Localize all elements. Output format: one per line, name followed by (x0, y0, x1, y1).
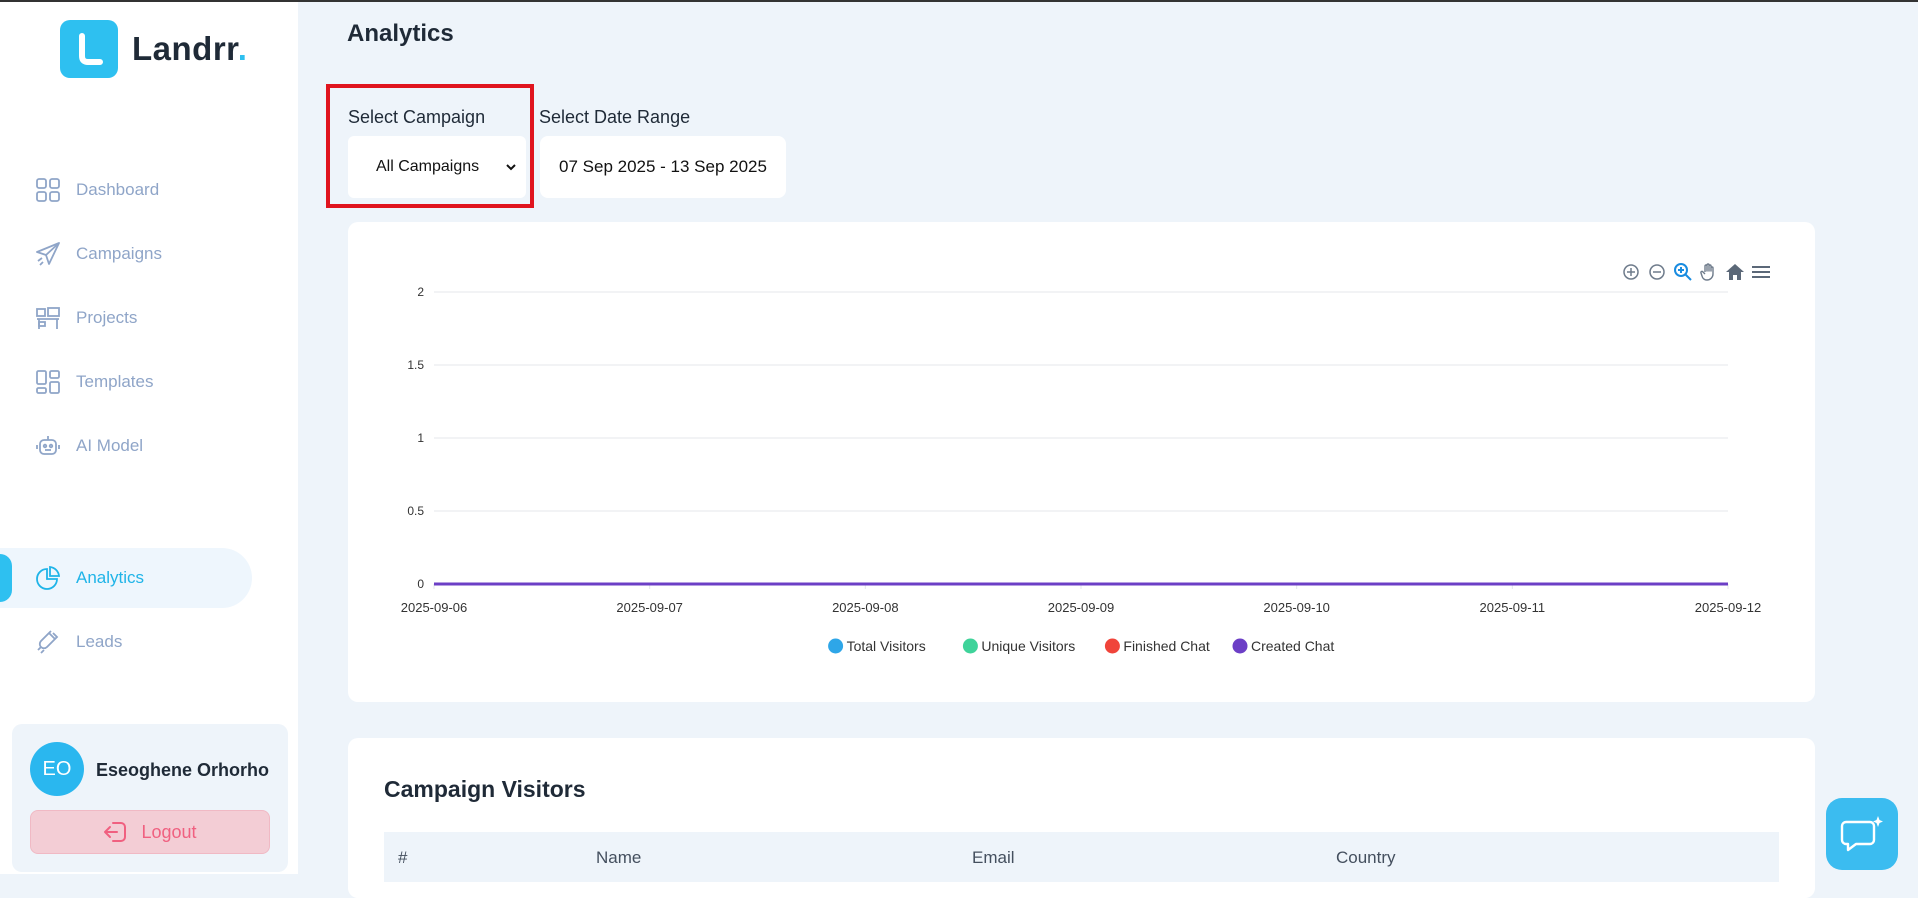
date-range-value: 07 Sep 2025 - 13 Sep 2025 (559, 157, 767, 176)
legend-label: Created Chat (1251, 638, 1334, 654)
logout-button[interactable]: Logout (30, 810, 270, 854)
campaign-select-value: All Campaigns (376, 158, 480, 175)
x-tick-label: 2025-09-08 (832, 600, 899, 615)
y-tick-label: 0 (417, 577, 424, 591)
chat-bubble-icon (1840, 816, 1883, 852)
layout-icon (34, 368, 62, 396)
brand-dot: . (237, 30, 248, 67)
sidebar-item-label: Campaigns (76, 244, 162, 263)
sidebar-item-label: Analytics (76, 568, 145, 587)
user-name: Eseoghene Orhorho (96, 760, 270, 780)
sidebar-item-templates[interactable]: Templates (0, 352, 252, 412)
x-tick-label: 2025-09-10 (1263, 600, 1330, 615)
x-tick-label: 2025-09-06 (401, 600, 468, 615)
sidebar-item-analytics[interactable]: Analytics (0, 548, 252, 608)
grid-icon (34, 176, 62, 204)
robot-icon (34, 432, 62, 460)
chevron-down-icon (506, 164, 516, 171)
y-tick-label: 2 (417, 285, 424, 299)
y-tick-label: 1.5 (407, 358, 424, 372)
campaign-label: Select Campaign (348, 107, 486, 127)
sidebar-item-label: Leads (76, 632, 123, 651)
sidebar-item-label: Projects (76, 308, 138, 327)
column-header-country[interactable]: Country (1336, 848, 1396, 868)
y-tick-label: 1 (417, 431, 424, 445)
page-title: Analytics (347, 20, 454, 47)
x-tick-label: 2025-09-12 (1695, 600, 1762, 615)
analytics-chart-card: 2 1.5 1 0.5 0 2025-09-06 2025-09-07 2025-09-08 2… (348, 222, 1815, 702)
brand-name: Landrr (132, 30, 238, 67)
sidebar: Landrr. Dashboard Campaigns Projects Tem… (0, 2, 298, 874)
avatar[interactable]: EO (30, 742, 84, 796)
line-chart: 2 1.5 1 0.5 0 2025-09-06 2025-09-07 2025-09-08 2… (401, 285, 1762, 654)
y-tick-label: 0.5 (407, 504, 424, 518)
user-card: EO Eseoghene Orhorho Logout (12, 724, 288, 872)
desk-icon (34, 304, 62, 332)
sidebar-item-dashboard[interactable]: Dashboard (0, 160, 252, 220)
legend-label: Finished Chat (1123, 638, 1209, 654)
sidebar-item-campaigns[interactable]: Campaigns (0, 224, 252, 284)
sidebar-item-label: AI Model (76, 436, 144, 455)
x-tick-label: 2025-09-11 (1480, 600, 1546, 615)
legend-marker (828, 638, 844, 654)
legend-label: Unique Visitors (981, 638, 1075, 654)
sidebar-item-leads[interactable]: Leads (0, 612, 252, 672)
x-tick-label: 2025-09-09 (1048, 600, 1115, 615)
campaign-visitors-card: Campaign Visitors # Name Email Country (348, 738, 1815, 898)
sidebar-item-label: Templates (76, 372, 154, 391)
logout-icon (104, 822, 127, 842)
magnet-icon (34, 628, 62, 656)
column-header-name[interactable]: Name (596, 848, 641, 868)
column-header-email[interactable]: Email (972, 848, 1015, 868)
paper-plane-icon (34, 240, 62, 268)
sidebar-item-ai-model[interactable]: AI Model (0, 416, 252, 476)
legend-label: Total Visitors (847, 638, 926, 654)
brand-logo[interactable]: Landrr. (60, 20, 247, 78)
legend-marker (962, 638, 978, 654)
x-tick-label: 2025-09-07 (616, 600, 683, 615)
campaign-select[interactable]: All Campaigns (348, 136, 526, 198)
legend-marker (1232, 638, 1248, 654)
column-header-number[interactable]: # (398, 848, 407, 868)
logo-mark-icon (60, 20, 118, 78)
sidebar-item-label: Dashboard (76, 180, 160, 199)
date-range-input[interactable]: 07 Sep 2025 - 13 Sep 2025 (540, 136, 786, 198)
legend-marker (1104, 638, 1120, 654)
logout-label: Logout (141, 821, 197, 842)
date-range-label: Select Date Range (539, 107, 691, 127)
table-header: # Name Email Country (384, 832, 1779, 882)
section-title: Campaign Visitors (384, 776, 586, 802)
pie-chart-icon (34, 564, 62, 592)
sidebar-item-projects[interactable]: Projects (0, 288, 252, 348)
chat-support-button[interactable] (1826, 798, 1898, 870)
